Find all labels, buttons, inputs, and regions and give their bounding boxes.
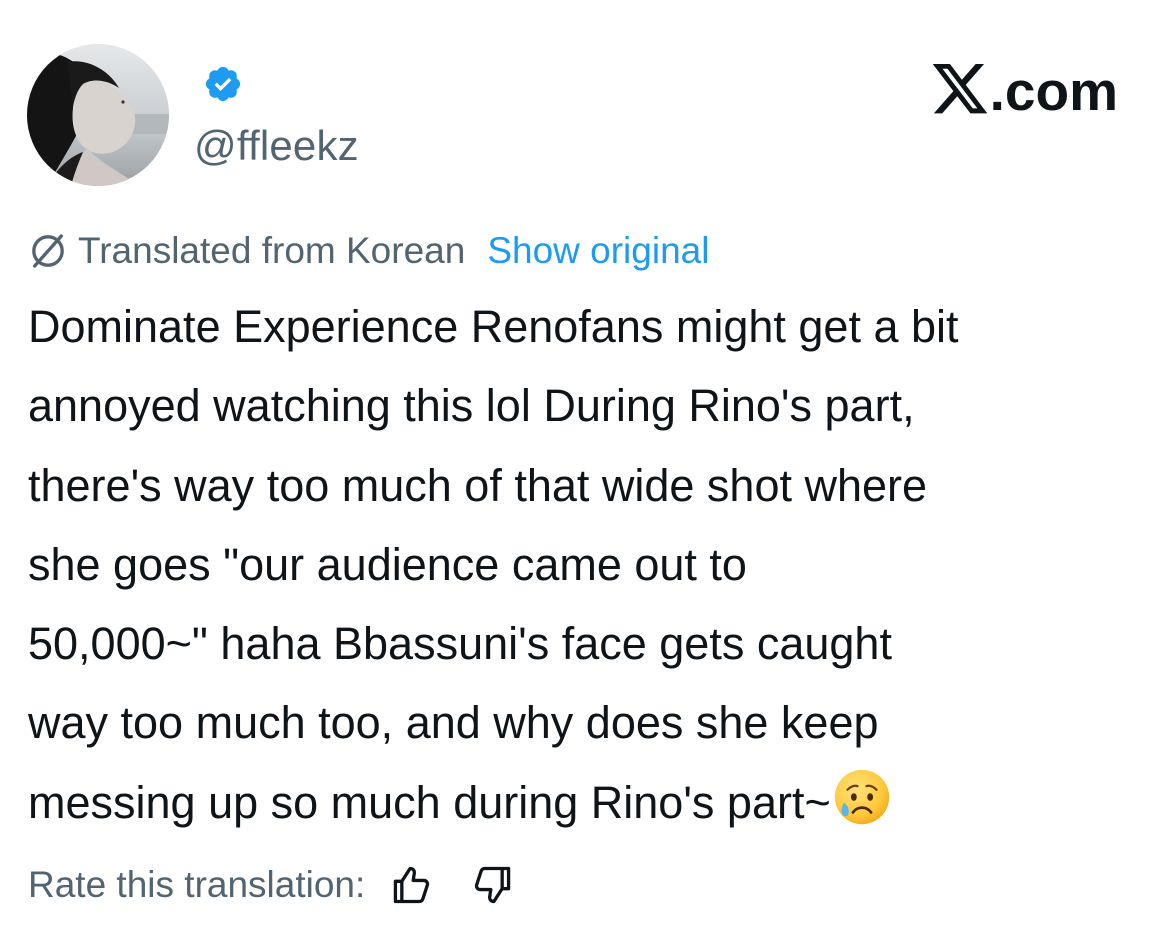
tweet-line: there's way too much of that wide shot w…: [28, 459, 928, 511]
x-logo-icon: [932, 64, 987, 114]
show-original-link[interactable]: Show original: [487, 230, 709, 272]
thumbs-down-icon[interactable]: [471, 863, 515, 907]
avatar[interactable]: [27, 44, 169, 186]
tweet-line: messing up so much during Rino's part~: [28, 776, 831, 828]
translated-from-label: Translated from Korean: [78, 230, 466, 271]
tweet-text: Dominate Experience Renofans might get a…: [28, 287, 1153, 842]
thumbs-up-icon[interactable]: [389, 863, 433, 907]
tweet-line: annoyed watching this lol During Rino's …: [28, 380, 915, 432]
rate-translation-bar: Rate this translation:: [28, 857, 515, 913]
x-brand: .com: [932, 58, 1118, 124]
verified-badge-icon: [205, 66, 241, 102]
translate-icon: [32, 234, 64, 268]
rate-translation-label: Rate this translation:: [28, 864, 366, 905]
tweet-line: way too much too, and why does she keep: [28, 697, 879, 749]
sad-but-relieved-face-emoji: [834, 769, 889, 824]
translation-bar: Translated from Korean Show original: [28, 226, 709, 276]
user-handle[interactable]: @ffleekz: [194, 120, 359, 172]
tweet-line: Dominate Experience Renofans might get a…: [28, 301, 959, 352]
brand-domain: .com: [989, 60, 1118, 122]
tweet-line: 50,000~" haha Bbassuni's face gets caugh…: [28, 618, 892, 670]
tweet-line-last: messing up so much during Rino's part~: [28, 763, 1153, 842]
tweet-line: she goes "our audience came out to: [28, 538, 747, 590]
